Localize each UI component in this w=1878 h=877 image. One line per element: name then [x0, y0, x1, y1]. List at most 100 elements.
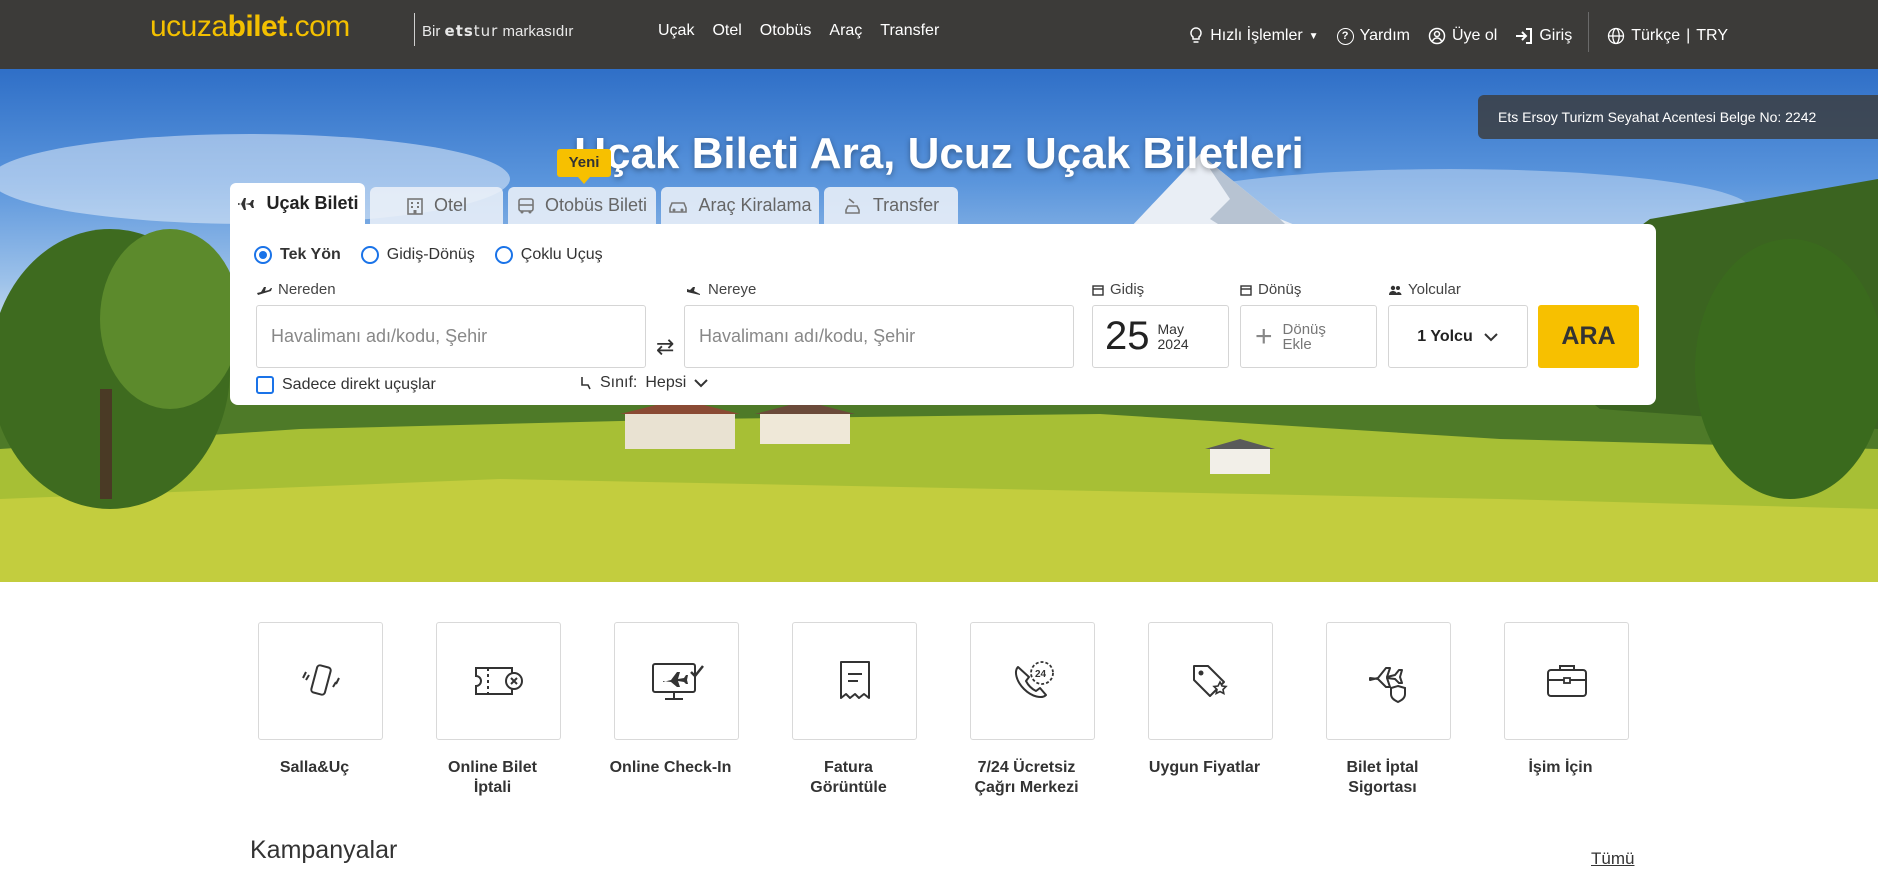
class-selector[interactable]: Sınıf: Hepsi: [580, 374, 708, 392]
flight-search-panel: Tek Yön Gidiş-Dönüş Çoklu Uçuş Nereden H…: [230, 224, 1656, 405]
depart-month-year: May 2024: [1157, 321, 1189, 352]
tab-transfer[interactable]: Transfer: [824, 187, 958, 224]
feature-label: Fatura Görüntüle: [810, 759, 887, 796]
tab-flight[interactable]: Uçak Bileti: [230, 183, 365, 224]
logo-divider: [414, 13, 415, 46]
feature-shake-fly[interactable]: Salla&Uç: [258, 622, 383, 798]
seat-icon: [581, 377, 591, 390]
quick-actions-label: Hızlı İşlemler: [1210, 27, 1303, 44]
price-tag-star-icon: [1192, 665, 1228, 697]
signup-label: Üye ol: [1451, 27, 1498, 44]
right-nav: Hızlı İşlemler ▼ ? Yardım Üye ol Giriş T…: [1170, 12, 1728, 52]
nav-car[interactable]: Araç: [829, 22, 862, 40]
plus-icon: +: [1255, 319, 1273, 353]
feature-low-prices[interactable]: Uygun Fiyatlar: [1148, 622, 1273, 798]
trip-one-way-label: Tek Yön: [280, 246, 341, 263]
new-badge: Yeni: [557, 149, 611, 184]
feature-call-center[interactable]: 24 7/24 Ücretsiz Çağrı Merkezi: [970, 622, 1095, 798]
checkbox-box: [256, 376, 274, 394]
chevron-down-icon: [694, 378, 708, 387]
trip-multi-city-radio[interactable]: Çoklu Uçuş: [494, 246, 603, 264]
tab-flight-label: Uçak Bileti: [266, 193, 359, 213]
trip-one-way-radio[interactable]: Tek Yön: [254, 246, 341, 264]
feature-online-cancel[interactable]: Online Bilet İptali: [436, 622, 561, 798]
invoice-icon: [839, 661, 870, 699]
feature-invoice[interactable]: Fatura Görüntüle: [792, 622, 917, 798]
hotel-icon: [407, 197, 423, 215]
feature-online-checkin[interactable]: Online Check-In: [610, 622, 739, 798]
language-selector[interactable]: Türkçe | TRY: [1607, 27, 1728, 45]
brand-suffix: markasıdır: [502, 23, 574, 40]
tab-car-rental[interactable]: Araç Kiralama: [661, 187, 819, 224]
calendar-icon: [1240, 284, 1252, 296]
language-label: Türkçe: [1631, 27, 1681, 44]
help-label: Yardım: [1359, 27, 1410, 44]
caret-down-icon: ▼: [1308, 30, 1319, 42]
brand-ets: ets: [444, 22, 474, 40]
passengers-value: 1 Yolcu: [1417, 327, 1473, 345]
return-label: Dönüş: [1240, 281, 1301, 298]
feature-card: [614, 622, 739, 740]
from-input[interactable]: Havalimanı adı/kodu, Şehir: [256, 305, 646, 368]
to-input[interactable]: Havalimanı adı/kodu, Şehir: [684, 305, 1074, 368]
hero-title: Uçak Bileti Ara, Ucuz Uçak Biletleri: [574, 129, 1304, 178]
site-logo[interactable]: ucuzabilet.com: [150, 10, 350, 44]
brand-tagline: Bir etstur markasıdır: [422, 22, 573, 40]
feature-business[interactable]: İşim İçin: [1504, 622, 1629, 798]
phone-24-icon: 24: [1014, 661, 1054, 698]
tab-bus[interactable]: Otobüs Bileti: [508, 187, 656, 224]
depart-label: Gidiş: [1092, 281, 1144, 298]
monitor-plane-icon: [651, 663, 704, 700]
quick-actions-button[interactable]: Hızlı İşlemler ▼: [1188, 27, 1319, 45]
direct-flights-label: Sadece direkt uçuşlar: [282, 376, 436, 393]
main-nav: Uçak Otel Otobüs Araç Transfer: [658, 22, 939, 40]
campaigns-all-link[interactable]: Tümü: [1591, 849, 1634, 869]
bus-icon: [518, 197, 534, 213]
plane-shield-icon: [1368, 667, 1406, 704]
feature-label: Online Bilet İptali: [448, 759, 537, 796]
nav-flight[interactable]: Uçak: [658, 22, 694, 40]
search-button[interactable]: ARA: [1538, 305, 1639, 368]
brand-tur: tur: [473, 22, 499, 40]
feature-card: [792, 622, 917, 740]
logo-text-2: bilet: [227, 10, 288, 43]
trip-type-group: Tek Yön Gidiş-Dönüş Çoklu Uçuş: [254, 246, 603, 264]
passengers-label: Yolcular: [1388, 281, 1461, 298]
logo-text-3: .com: [286, 10, 351, 43]
help-button[interactable]: ? Yardım: [1336, 27, 1410, 45]
passengers-dropdown[interactable]: 1 Yolcu: [1388, 305, 1528, 368]
login-button[interactable]: Giriş: [1515, 27, 1572, 45]
ticket-cancel-icon: [474, 667, 523, 695]
briefcase-icon: [1546, 665, 1587, 697]
swap-icon[interactable]: ⇄: [656, 334, 674, 360]
signup-button[interactable]: Üye ol: [1428, 27, 1497, 45]
radio-dot: [254, 246, 272, 264]
depart-year: 2024: [1157, 335, 1189, 352]
feature-cancel-insurance[interactable]: Bilet İptal Sigortası: [1326, 622, 1451, 798]
feature-card: [1326, 622, 1451, 740]
transfer-icon: [845, 197, 860, 214]
feature-label: Bilet İptal Sigortası: [1346, 759, 1419, 796]
globe-icon: [1608, 27, 1625, 45]
user-circle-icon: [1428, 27, 1446, 45]
radio-dot: [494, 246, 513, 264]
nav-transfer[interactable]: Transfer: [880, 22, 939, 40]
takeoff-icon: [257, 286, 272, 295]
nav-bus[interactable]: Otobüs: [760, 22, 812, 40]
feature-card: [258, 622, 383, 740]
feature-card: [1504, 622, 1629, 740]
users-icon: [1389, 285, 1402, 295]
feature-label: İşim İçin: [1528, 759, 1593, 776]
direct-flights-checkbox[interactable]: Sadece direkt uçuşlar: [256, 376, 436, 394]
radio-dot: [360, 246, 379, 264]
class-label: Sınıf:: [600, 374, 638, 391]
car-icon: [669, 201, 688, 213]
depart-date-field[interactable]: 25 May 2024: [1092, 305, 1229, 368]
tab-hotel-label: Otel: [433, 195, 467, 215]
logo-text-1: ucuza: [150, 10, 228, 43]
trip-round-trip-radio[interactable]: Gidiş-Dönüş: [360, 246, 475, 264]
tab-hotel[interactable]: Otel: [370, 187, 503, 224]
return-date-field[interactable]: + Dönüş Ekle: [1240, 305, 1377, 368]
nav-divider: [1588, 12, 1590, 52]
nav-hotel[interactable]: Otel: [712, 22, 741, 40]
